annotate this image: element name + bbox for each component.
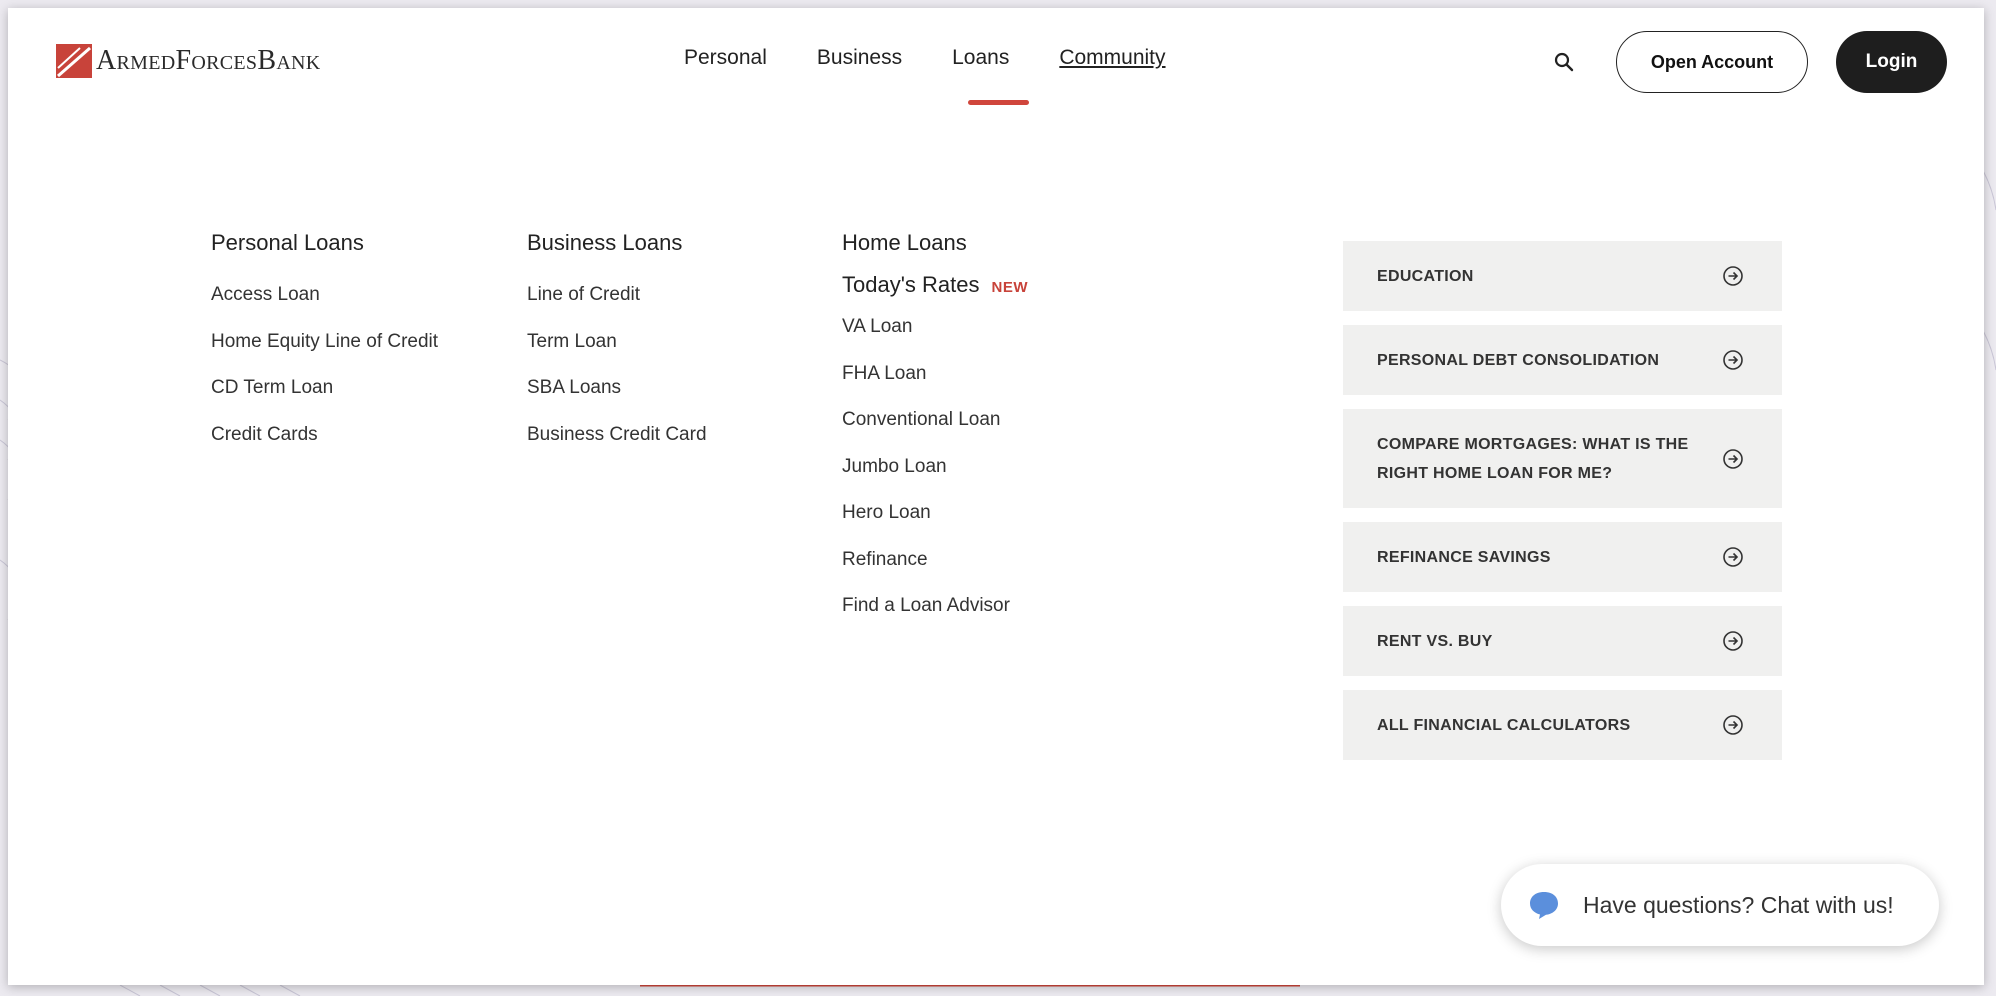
business-loans-column: Business Loans Line of Credit Term Loan … xyxy=(527,230,707,470)
circle-arrow-right-icon xyxy=(1723,715,1743,735)
search-icon xyxy=(1554,52,1574,72)
menu-link-hero-loan[interactable]: Hero Loan xyxy=(842,502,1028,549)
personal-loans-title: Personal Loans xyxy=(211,230,364,255)
circle-arrow-right-icon xyxy=(1723,631,1743,651)
menu-link-term-loan[interactable]: Term Loan xyxy=(527,331,707,378)
resource-card-refinance-savings[interactable]: REFINANCE SAVINGS xyxy=(1343,522,1782,592)
menu-link-conventional-loan[interactable]: Conventional Loan xyxy=(842,409,1028,456)
circle-arrow-right-icon xyxy=(1723,448,1743,469)
nav-active-indicator xyxy=(968,100,1029,105)
menu-link-refinance[interactable]: Refinance xyxy=(842,549,1028,596)
resource-card-rent-vs-buy[interactable]: RENT VS. BUY xyxy=(1343,606,1782,676)
menu-link-home-equity[interactable]: Home Equity Line of Credit xyxy=(211,331,438,378)
mega-menu-panel: ArmedForcesBank Personal Business Loans … xyxy=(8,8,1984,985)
resource-cards: EDUCATION PERSONAL DEBT CONSOLIDATION CO… xyxy=(1343,241,1782,774)
todays-rates-label: Today's Rates xyxy=(842,272,980,297)
menu-link-find-loan-advisor[interactable]: Find a Loan Advisor xyxy=(842,595,1028,642)
nav-business[interactable]: Business xyxy=(817,46,902,70)
resource-card-compare-mortgages[interactable]: COMPARE MORTGAGES: WHAT IS THE RIGHT HOM… xyxy=(1343,409,1782,508)
brand-name: ArmedForcesBank xyxy=(96,45,321,76)
todays-rates-link[interactable]: Today's Rates NEW xyxy=(842,272,1028,316)
chat-bubble-icon xyxy=(1530,892,1558,919)
menu-link-line-of-credit[interactable]: Line of Credit xyxy=(527,284,707,331)
menu-link-business-credit-card[interactable]: Business Credit Card xyxy=(527,424,707,471)
resource-card-education[interactable]: EDUCATION xyxy=(1343,241,1782,311)
brand-logo-mark xyxy=(56,44,92,78)
resource-card-label: EDUCATION xyxy=(1377,267,1474,285)
circle-arrow-right-icon xyxy=(1723,350,1743,370)
nav-personal[interactable]: Personal xyxy=(684,46,767,70)
menu-link-fha-loan[interactable]: FHA Loan xyxy=(842,363,1028,410)
resource-card-debt-consolidation[interactable]: PERSONAL DEBT CONSOLIDATION xyxy=(1343,325,1782,395)
nav-community[interactable]: Community xyxy=(1059,46,1165,70)
home-loans-title: Home Loans xyxy=(842,230,967,255)
resource-card-label: COMPARE MORTGAGES: WHAT IS THE RIGHT HOM… xyxy=(1377,435,1689,482)
nav-loans[interactable]: Loans xyxy=(952,46,1009,70)
menu-link-access-loan[interactable]: Access Loan xyxy=(211,284,438,331)
personal-loans-column: Personal Loans Access Loan Home Equity L… xyxy=(211,230,438,470)
main-nav: Personal Business Loans Community xyxy=(684,46,1166,70)
search-button[interactable] xyxy=(1548,46,1580,78)
menu-link-cd-term-loan[interactable]: CD Term Loan xyxy=(211,377,438,424)
menu-link-va-loan[interactable]: VA Loan xyxy=(842,316,1028,363)
business-loans-title: Business Loans xyxy=(527,230,683,255)
brand-logo[interactable]: ArmedForcesBank xyxy=(56,44,321,78)
resource-card-label: PERSONAL DEBT CONSOLIDATION xyxy=(1377,351,1660,369)
chat-widget-button[interactable]: Have questions? Chat with us! xyxy=(1501,864,1939,946)
menu-link-jumbo-loan[interactable]: Jumbo Loan xyxy=(842,456,1028,503)
circle-arrow-right-icon xyxy=(1723,266,1743,286)
home-loans-column: Home Loans Today's Rates NEW VA Loan FHA… xyxy=(842,230,1028,642)
chat-label: Have questions? Chat with us! xyxy=(1583,891,1894,918)
resource-card-label: REFINANCE SAVINGS xyxy=(1377,548,1551,566)
menu-link-sba-loans[interactable]: SBA Loans xyxy=(527,377,707,424)
menu-link-credit-cards[interactable]: Credit Cards xyxy=(211,424,438,471)
circle-arrow-right-icon xyxy=(1723,547,1743,567)
resource-card-label: ALL FINANCIAL CALCULATORS xyxy=(1377,716,1631,734)
resource-card-label: RENT VS. BUY xyxy=(1377,632,1493,650)
new-badge: NEW xyxy=(991,279,1028,296)
login-button[interactable]: Login xyxy=(1836,31,1947,93)
resource-card-financial-calculators[interactable]: ALL FINANCIAL CALCULATORS xyxy=(1343,690,1782,760)
open-account-button[interactable]: Open Account xyxy=(1616,31,1808,93)
